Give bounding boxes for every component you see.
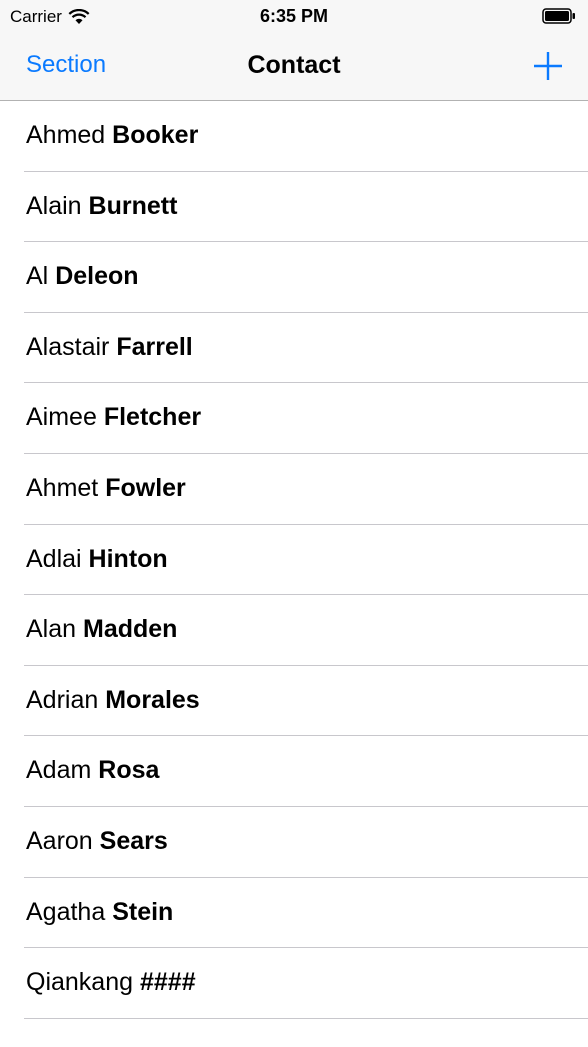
- contact-row[interactable]: Adam Rosa: [0, 736, 588, 807]
- contact-name: Ahmed Booker: [26, 121, 198, 150]
- contact-name: Agatha Stein: [26, 898, 173, 927]
- contact-last-name: Rosa: [98, 756, 160, 785]
- contact-row[interactable]: Ahmed Booker: [0, 101, 588, 172]
- contact-first-name: Al: [26, 262, 49, 291]
- contact-row[interactable]: Adrian Morales: [0, 666, 588, 737]
- add-icon[interactable]: [532, 50, 564, 82]
- contact-name: Ahmet Fowler: [26, 474, 186, 503]
- contact-row[interactable]: Aimee Fletcher: [0, 383, 588, 454]
- contact-name: Qiankang ####: [26, 968, 196, 997]
- contact-name: Aimee Fletcher: [26, 403, 201, 432]
- contact-last-name: Booker: [112, 121, 199, 149]
- contact-name: Adam Rosa: [26, 756, 159, 785]
- contact-last-name: Morales: [105, 685, 200, 714]
- contact-last-name: Fletcher: [103, 403, 202, 432]
- contact-first-name: Alan: [26, 615, 77, 644]
- navigation-bar: Section Contact: [0, 33, 588, 101]
- contact-first-name: Alain: [26, 191, 82, 220]
- contact-row[interactable]: Agatha Stein: [0, 878, 588, 949]
- battery-icon: [542, 8, 575, 24]
- contact-row[interactable]: Adlai Hinton: [0, 525, 588, 596]
- contact-row[interactable]: Al Deleon: [0, 242, 588, 313]
- contact-first-name: Ahmed: [26, 121, 106, 149]
- contact-name: Al Deleon: [26, 262, 139, 291]
- contact-last-name: Stein: [112, 897, 174, 926]
- contact-row[interactable]: Alain Burnett: [0, 172, 588, 243]
- contact-name: Alain Burnett: [26, 192, 177, 221]
- contact-first-name: Ahmet: [26, 473, 99, 502]
- contact-name: Alastair Farrell: [26, 333, 193, 362]
- contact-first-name: Adam: [26, 756, 92, 785]
- contact-first-name: Aimee: [26, 403, 97, 432]
- contact-last-name: Madden: [83, 615, 178, 644]
- contact-name: Aaron Sears: [26, 827, 168, 856]
- contact-last-name: Hinton: [88, 544, 168, 573]
- status-bar: Carrier 6:35 PM: [0, 0, 588, 33]
- contact-first-name: Adrian: [26, 685, 99, 714]
- contact-last-name: Farrell: [116, 332, 193, 361]
- contact-row[interactable]: Ahmet Fowler: [0, 454, 588, 525]
- page-title: Contact: [247, 51, 341, 79]
- contact-list: Ahmed Booker Alain Burnett Al Deleon Ala…: [0, 101, 588, 1019]
- contact-last-name: Sears: [99, 826, 168, 855]
- contact-first-name: Adlai: [26, 544, 82, 573]
- contact-last-name: ####: [139, 968, 196, 997]
- contact-row[interactable]: Aaron Sears: [0, 807, 588, 878]
- contact-first-name: Agatha: [26, 897, 106, 926]
- contact-row[interactable]: Alan Madden: [0, 595, 588, 666]
- contact-first-name: Aaron: [26, 826, 93, 855]
- contact-row[interactable]: Alastair Farrell: [0, 313, 588, 384]
- contact-name: Adrian Morales: [26, 686, 200, 715]
- contact-row[interactable]: Qiankang ####: [0, 948, 588, 1019]
- status-time: 6:35 PM: [259, 6, 329, 26]
- contact-first-name: Alastair: [26, 332, 110, 361]
- contact-last-name: Fowler: [105, 473, 186, 502]
- contact-last-name: Burnett: [88, 191, 178, 220]
- contact-last-name: Deleon: [55, 262, 139, 291]
- contact-first-name: Qiankang: [26, 968, 134, 997]
- contact-name: Adlai Hinton: [26, 545, 168, 574]
- contact-name: Alan Madden: [26, 615, 177, 644]
